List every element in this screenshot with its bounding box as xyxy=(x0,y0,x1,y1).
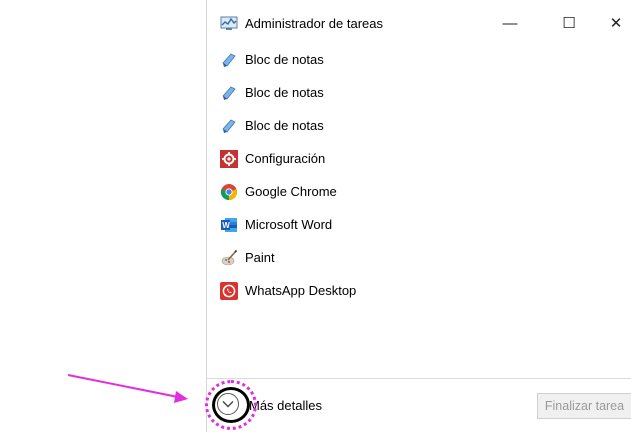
minimize-button[interactable]: — xyxy=(495,12,525,34)
running-apps-list: Bloc de notas Bloc de notas Bloc de nota… xyxy=(207,43,631,307)
footer-divider xyxy=(207,378,631,379)
app-label: Microsoft Word xyxy=(245,217,333,232)
svg-text:W: W xyxy=(222,221,230,230)
app-label: Bloc de notas xyxy=(245,52,324,67)
screenshot-stage: Administrador de tareas — ☐ ✕ Bloc de no… xyxy=(0,0,631,432)
list-item-notepad-2[interactable]: Bloc de notas xyxy=(207,76,631,109)
app-label: Configuración xyxy=(245,151,326,166)
notepad-icon xyxy=(220,51,238,69)
title-bar[interactable]: Administrador de tareas — ☐ ✕ xyxy=(207,6,631,40)
word-icon: W xyxy=(220,216,238,234)
app-label: Bloc de notas xyxy=(245,85,324,100)
task-manager-icon xyxy=(220,14,238,32)
app-label: Google Chrome xyxy=(245,184,337,199)
whatsapp-icon xyxy=(220,282,238,300)
list-item-notepad-3[interactable]: Bloc de notas xyxy=(207,109,631,142)
more-details-toggle[interactable] xyxy=(217,393,239,415)
list-item-word[interactable]: W Microsoft Word xyxy=(207,208,631,241)
list-item-whatsapp[interactable]: WhatsApp Desktop xyxy=(207,274,631,307)
close-button[interactable]: ✕ xyxy=(601,12,631,34)
app-label: Bloc de notas xyxy=(245,118,324,133)
list-item-settings[interactable]: Configuración xyxy=(207,142,631,175)
notepad-icon xyxy=(220,117,238,135)
window-title: Administrador de tareas xyxy=(245,16,384,31)
list-item-notepad-1[interactable]: Bloc de notas xyxy=(207,43,631,76)
more-details-link[interactable]: Más detalles xyxy=(249,398,322,413)
maximize-button[interactable]: ☐ xyxy=(554,12,584,34)
app-label: Paint xyxy=(245,250,275,265)
chevron-down-icon xyxy=(222,395,234,413)
app-label: WhatsApp Desktop xyxy=(245,283,357,298)
list-item-chrome[interactable]: Google Chrome xyxy=(207,175,631,208)
settings-icon xyxy=(220,150,238,168)
chrome-icon xyxy=(220,183,238,201)
paint-icon xyxy=(220,249,238,267)
list-item-paint[interactable]: Paint xyxy=(207,241,631,274)
end-task-button[interactable]: Finalizar tarea xyxy=(537,393,631,419)
notepad-icon xyxy=(220,84,238,102)
task-manager-window: Administrador de tareas — ☐ ✕ Bloc de no… xyxy=(206,0,631,432)
